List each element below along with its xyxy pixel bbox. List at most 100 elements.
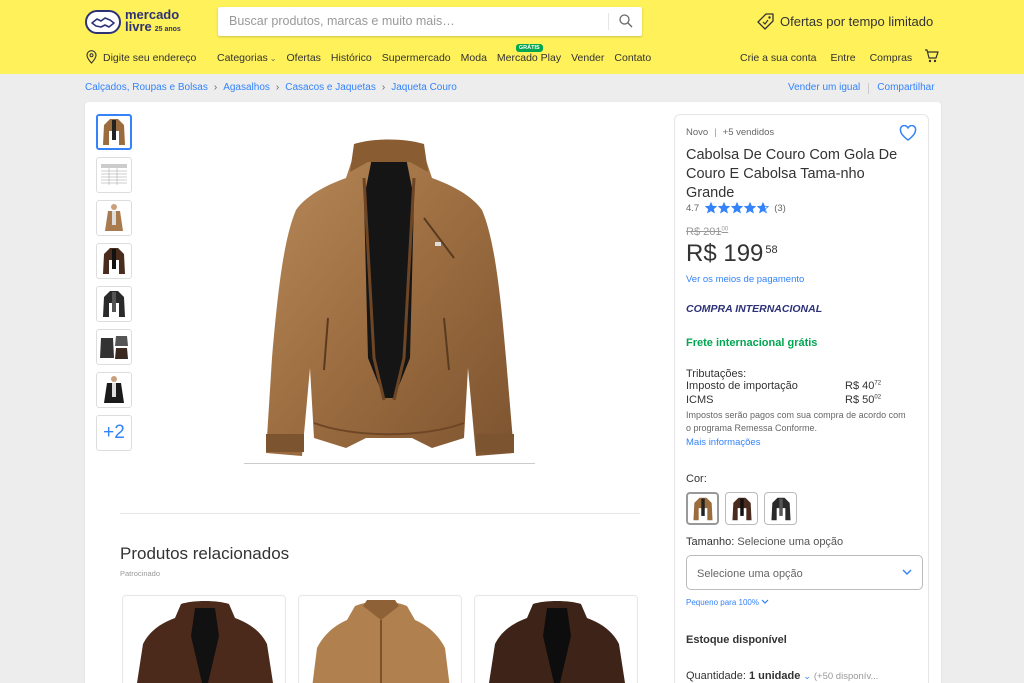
purchases-link[interactable]: Compras <box>870 52 913 64</box>
nav-contato[interactable]: Contato <box>614 52 651 64</box>
thumbnail-6[interactable] <box>96 329 132 365</box>
more-images-label: +2 <box>103 422 125 443</box>
condition-divider: | <box>714 127 717 138</box>
jacket-model-black-icon <box>104 376 124 403</box>
related-product-card[interactable] <box>474 595 638 683</box>
main-product-image[interactable] <box>244 138 535 464</box>
thumbnail-1[interactable] <box>96 114 132 150</box>
breadcrumb-item[interactable]: Agasalhos <box>223 82 270 93</box>
tax-value: R$ 5002 <box>845 394 882 406</box>
stock-label: Estoque disponível <box>686 634 787 646</box>
search-bar <box>218 7 642 36</box>
related-jacket-darkbrown-image <box>489 601 625 683</box>
rating-summary[interactable]: 4.7 (3) <box>686 202 786 214</box>
related-product-card[interactable] <box>298 595 462 683</box>
related-jacket-brown-image <box>137 601 273 683</box>
jacket-variants-icon <box>100 336 128 359</box>
thumbnail-2[interactable] <box>96 157 132 193</box>
image-baseline <box>244 463 535 464</box>
tax-row: ICMS R$ 5002 <box>686 394 911 408</box>
nav-categorias-label: Categorias <box>217 52 268 64</box>
logo-text-livre: livre <box>125 18 152 34</box>
sponsored-label: Patrocinado <box>120 569 161 578</box>
color-swatch-brown[interactable] <box>725 492 758 525</box>
size-chart-icon <box>101 164 127 185</box>
tax-row: Imposto de importação R$ 4072 <box>686 380 911 394</box>
jacket-black-icon <box>103 291 125 317</box>
nav-ofertas[interactable]: Ofertas <box>286 52 320 64</box>
nav-mercado-play[interactable]: GRÁTIS Mercado Play <box>496 44 562 64</box>
address-selector[interactable]: Digite seu endereço <box>86 49 196 64</box>
location-pin-icon <box>86 49 97 64</box>
action-divider <box>868 83 870 94</box>
original-price-cents: 00 <box>721 226 729 233</box>
quantity-label: Quantidade: <box>686 670 746 682</box>
size-fit-label: Pequeno para 100% <box>686 598 759 607</box>
breadcrumb-item[interactable]: Casacos e Jaquetas <box>285 82 376 93</box>
quantity-selector[interactable]: Quantidade: 1 unidade ⌄ (+50 disponív... <box>686 670 878 682</box>
quantity-available: (+50 disponív... <box>813 671 879 682</box>
promo-banner[interactable]: Ofertas por tempo limitado <box>757 12 933 30</box>
chevron-down-icon <box>761 599 769 604</box>
color-label: Cor: <box>686 473 707 485</box>
nav-supermercado[interactable]: Supermercado <box>382 52 451 64</box>
breadcrumb-item[interactable]: Jaqueta Couro <box>391 82 457 93</box>
international-purchase-label: COMPRA INTERNACIONAL <box>686 303 823 315</box>
thumbnail-4[interactable] <box>96 243 132 279</box>
more-info-link[interactable]: Mais informações <box>686 437 911 448</box>
breadcrumb-item[interactable]: Calçados, Roupas e Bolsas <box>85 82 208 93</box>
thumbnail-more[interactable]: +2 <box>96 415 132 451</box>
tag-icon <box>757 12 774 30</box>
nav-historico[interactable]: Histórico <box>331 52 372 64</box>
gratis-badge: GRÁTIS <box>515 44 543 52</box>
search-icon[interactable] <box>618 13 634 29</box>
promo-label: Ofertas por tempo limitado <box>780 13 934 29</box>
breadcrumb-separator-icon: › <box>275 82 280 93</box>
search-divider <box>608 13 609 30</box>
free-shipping-label: Frete internacional grátis <box>686 337 818 349</box>
chevron-down-icon: ⌄ <box>269 54 277 63</box>
rating-value: 4.7 <box>686 202 700 214</box>
star-icon <box>744 202 757 214</box>
payment-methods-link[interactable]: Ver os meios de pagamento <box>686 274 804 285</box>
rating-stars <box>705 202 770 214</box>
tax-value: R$ 4072 <box>845 380 882 392</box>
logo-anniversary: 25 anos <box>154 25 181 33</box>
cart-icon[interactable] <box>924 49 939 63</box>
heart-icon[interactable] <box>899 125 917 142</box>
condition-label: Novo <box>686 127 709 138</box>
breadcrumb-separator-icon: › <box>381 82 386 93</box>
size-hint: Selecione uma opção <box>737 536 844 548</box>
taxes-label: Tributações: <box>686 368 747 380</box>
product-title: Cabolsa De Couro Com Gola De Couro E Cab… <box>686 147 898 201</box>
original-price: R$ 20100 <box>686 226 728 238</box>
nav-categorias[interactable]: Categorias ⌄ <box>217 52 276 64</box>
size-label-text: Tamanho: <box>686 536 735 548</box>
mercado-livre-logo[interactable]: mercado livre 25 anos <box>85 8 185 36</box>
current-price-value: R$ 199 <box>686 240 764 267</box>
section-divider <box>120 513 640 514</box>
related-jacket-khaki-image <box>312 600 450 683</box>
star-icon <box>705 202 718 214</box>
thumbnail-7[interactable] <box>96 372 132 408</box>
related-product-card[interactable] <box>122 595 286 683</box>
size-fit-link[interactable]: Pequeno para 100% <box>686 598 769 607</box>
thumbnail-3[interactable] <box>96 200 132 236</box>
size-select[interactable]: Selecione uma opção <box>686 555 923 590</box>
create-account-link[interactable]: Crie a sua conta <box>740 52 816 64</box>
color-swatch-black[interactable] <box>764 492 797 525</box>
thumbnail-5[interactable] <box>96 286 132 322</box>
nav-mercado-play-label: Mercado Play <box>496 52 562 64</box>
header: mercado livre25 anos Ofertas por tempo l… <box>0 0 1024 74</box>
login-link[interactable]: Entre <box>830 52 855 64</box>
share-link[interactable]: Compartilhar <box>877 82 934 94</box>
nav-vender[interactable]: Vender <box>571 52 604 64</box>
sell-similar-link[interactable]: Vender um igual <box>788 82 860 94</box>
search-input[interactable] <box>229 14 599 28</box>
jacket-black-icon <box>770 497 791 520</box>
color-swatch-tan[interactable] <box>686 492 719 525</box>
jacket-model-icon <box>105 204 123 231</box>
nav-moda[interactable]: Moda <box>461 52 487 64</box>
chevron-down-icon: ⌄ <box>803 671 811 681</box>
jacket-tan-icon <box>692 497 713 520</box>
